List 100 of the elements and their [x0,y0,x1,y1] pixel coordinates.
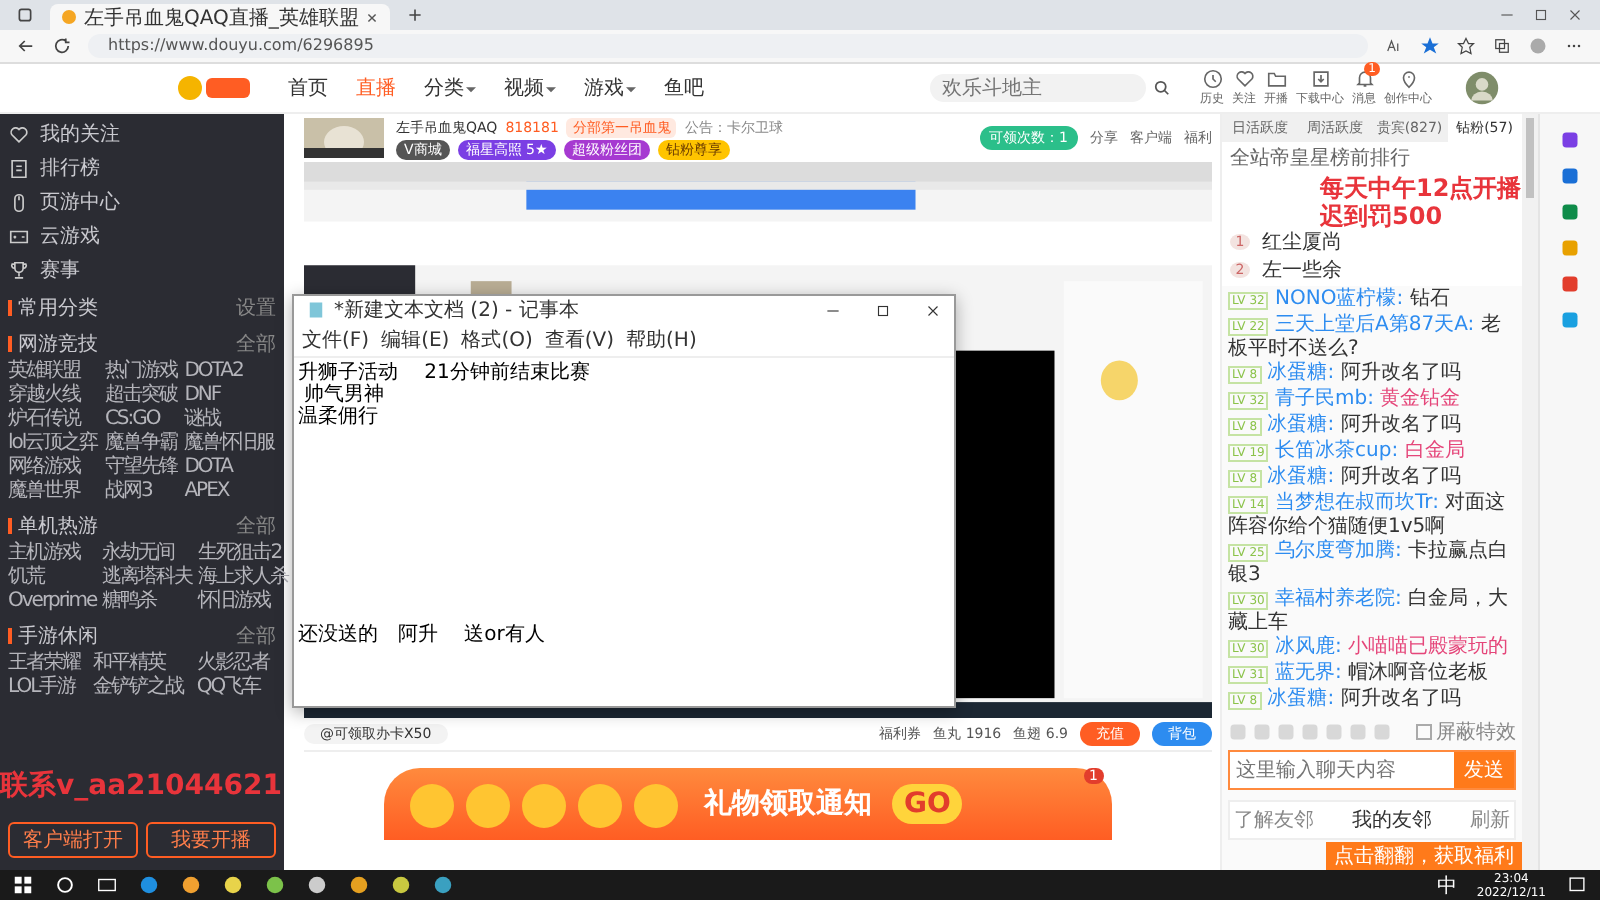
app-icon[interactable] [390,874,412,896]
menu-item[interactable]: 文件(F) [302,326,370,354]
category-link[interactable]: APEX [184,480,276,504]
read-aloud-icon[interactable] [1384,36,1404,56]
more-link[interactable]: 全部 [236,512,276,540]
menu-item[interactable]: 格式(O) [461,326,533,354]
category-link[interactable]: 超击突破 [104,384,179,408]
category-link[interactable]: DOTA [184,456,276,480]
address-field[interactable]: https://www.douyu.com/6296895 [88,34,1368,58]
more-link[interactable]: 设置 [236,294,276,322]
sidebar-item[interactable]: 云游戏 [8,220,276,252]
app-icon[interactable] [264,874,286,896]
back-icon[interactable] [16,36,36,56]
input-method-indicator[interactable]: 中 [1436,871,1457,899]
maximize-icon[interactable] [874,301,892,319]
search-icon[interactable] [54,874,76,896]
category-link[interactable]: 主机游戏 [8,542,97,566]
category-link[interactable]: 永劫无间 [102,542,193,566]
browser-tab[interactable]: 左手吊血鬼QAQ直播_英雄联盟 [50,4,391,30]
avatar-icon[interactable] [1464,70,1500,106]
refresh-icon[interactable] [52,36,72,56]
nav-link[interactable]: 分类 [424,74,476,102]
app-icon[interactable] [138,874,160,896]
category-link[interactable]: 魔兽世界 [8,480,99,504]
category-link[interactable]: 网络游戏 [8,456,99,480]
category-link[interactable]: DNF [184,384,276,408]
app-icon[interactable] [222,874,244,896]
category-link[interactable]: 糖鸭杀 [102,590,193,614]
category-link[interactable]: Overprime [8,590,97,614]
nav-link[interactable]: 视频 [504,74,556,102]
nav-link[interactable]: 首页 [288,74,328,102]
nav-link[interactable]: 鱼吧 [664,74,704,102]
close-icon[interactable] [924,301,942,319]
maximize-icon[interactable] [1532,6,1550,24]
notepad-icon [306,300,326,320]
search-field[interactable]: 欢乐斗地主 [930,74,1146,102]
close-icon[interactable] [366,11,379,23]
sidebar-item[interactable]: 页游中心 [8,186,276,218]
category-link[interactable]: 逃离塔科夫 [102,566,193,590]
trophy-icon [8,259,30,281]
category-link[interactable]: 英雄联盟 [8,360,99,384]
category-link[interactable]: 穿越火线 [8,384,99,408]
category-link[interactable]: LOL手游 [8,676,88,700]
category-link[interactable]: 火影忍者 [196,652,276,676]
category-link[interactable]: 战网3 [104,480,179,504]
more-link[interactable]: 全部 [236,622,276,650]
star-icon[interactable] [1420,36,1440,56]
about-link[interactable]: 了解友邻 [1234,806,1314,834]
search-icon[interactable] [1152,78,1172,98]
category-link[interactable]: 魔兽争霸 [104,432,179,456]
folder-icon [1265,68,1287,90]
app-icon[interactable] [180,874,202,896]
category-link[interactable]: lol云顶之弈 [8,432,99,456]
rank-name: 红尘厦尚 [1262,229,1342,256]
sidebar-item[interactable]: 赛事 [8,254,276,286]
text-area[interactable]: 升狮子活动 21分钟前结束比赛 帅气男神 温柔佣行 还没送的 阿升 送or有人 [294,358,954,706]
sidebar-button[interactable]: 客户端打开 [8,822,138,858]
app-icon[interactable] [432,874,454,896]
sidebar-item[interactable]: 排行榜 [8,152,276,184]
category-link[interactable]: DOTA2 [184,360,276,384]
category-link[interactable]: 王者荣耀 [8,652,88,676]
gamepad-icon [8,225,30,247]
bell-icon [1353,68,1375,90]
category-link[interactable]: 金铲铲之战 [93,676,191,700]
site-logo[interactable] [176,72,256,104]
more-link[interactable]: 全部 [236,330,276,358]
nav-link[interactable]: 游戏 [584,74,636,102]
sidebar-item[interactable]: 我的关注 [8,118,276,150]
new-tab-icon[interactable] [406,6,425,24]
sidebar-button[interactable]: 我要开播 [146,822,276,858]
app-icon[interactable] [306,874,328,896]
category-link[interactable]: 怀旧游戏 [198,590,289,614]
category-link[interactable]: 生死狙击2 [198,542,289,566]
notification-icon[interactable] [1566,874,1588,896]
windows-start-icon[interactable] [12,874,34,896]
favorites-icon[interactable] [1456,36,1476,56]
block-effects-checkbox[interactable]: 屏蔽特效 [1416,718,1516,746]
menu-item[interactable]: 查看(V) [544,326,615,354]
close-icon[interactable] [1566,6,1584,24]
category-link[interactable]: QQ飞车 [196,676,276,700]
category-link[interactable]: 守望先锋 [104,456,179,480]
app-icon[interactable] [348,874,370,896]
category-link[interactable]: 饥荒 [8,566,97,590]
collections-icon[interactable] [1492,36,1512,56]
refresh-link[interactable]: 刷新 [1470,806,1510,834]
overlay-text: 每天中午12点开播 迟到罚500 [1320,174,1522,230]
section-title: 单机热游 [18,513,98,540]
category-link[interactable]: 炉石传说 [8,408,99,432]
menu-item[interactable]: 帮助(H) [626,326,697,354]
category-link[interactable]: CS:GO [104,408,179,432]
category-link[interactable]: 热门游戏 [104,360,179,384]
section-title: 网游竞技 [18,331,98,358]
tab-actions-icon[interactable] [16,6,34,24]
category-link[interactable]: 魔兽怀旧服 [184,432,276,456]
task-view-icon[interactable] [96,874,118,896]
menu-item[interactable]: 编辑(E) [381,326,450,354]
download-icon [1309,68,1331,90]
friends-title: 我的友邻 [1352,807,1432,834]
category-link[interactable]: 和平精英 [93,652,191,676]
category-link[interactable]: 谜战 [184,408,276,432]
